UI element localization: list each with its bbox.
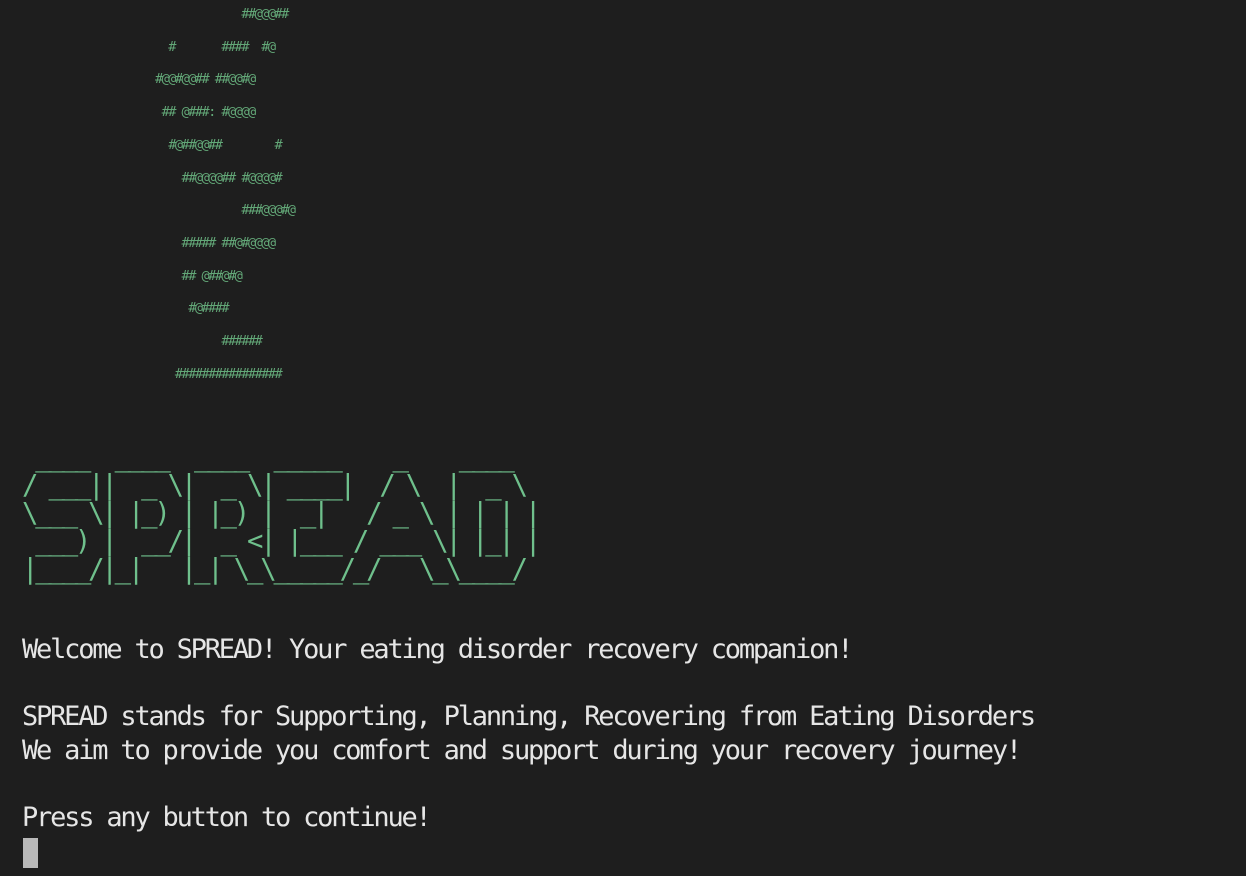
spread-ascii-logo: ____ ____ ____ _____ _ ____ / ___|| _ \|… (22, 442, 541, 585)
mission-statement: We aim to provide you comfort and suppor… (22, 735, 1022, 766)
terminal-cursor[interactable] (23, 838, 38, 868)
plant-ascii-art: ##@@@## # #### #@ #@@#@@## ##@@#@ ## @##… (155, 6, 296, 382)
terminal-window[interactable]: ##@@@## # #### #@ #@@#@@## ##@@#@ ## @##… (0, 0, 1246, 876)
continue-prompt: Press any button to continue! (22, 802, 432, 833)
welcome-message: Welcome to SPREAD! Your eating disorder … (22, 634, 853, 665)
acronym-description: SPREAD stands for Supporting, Planning, … (22, 701, 1036, 732)
